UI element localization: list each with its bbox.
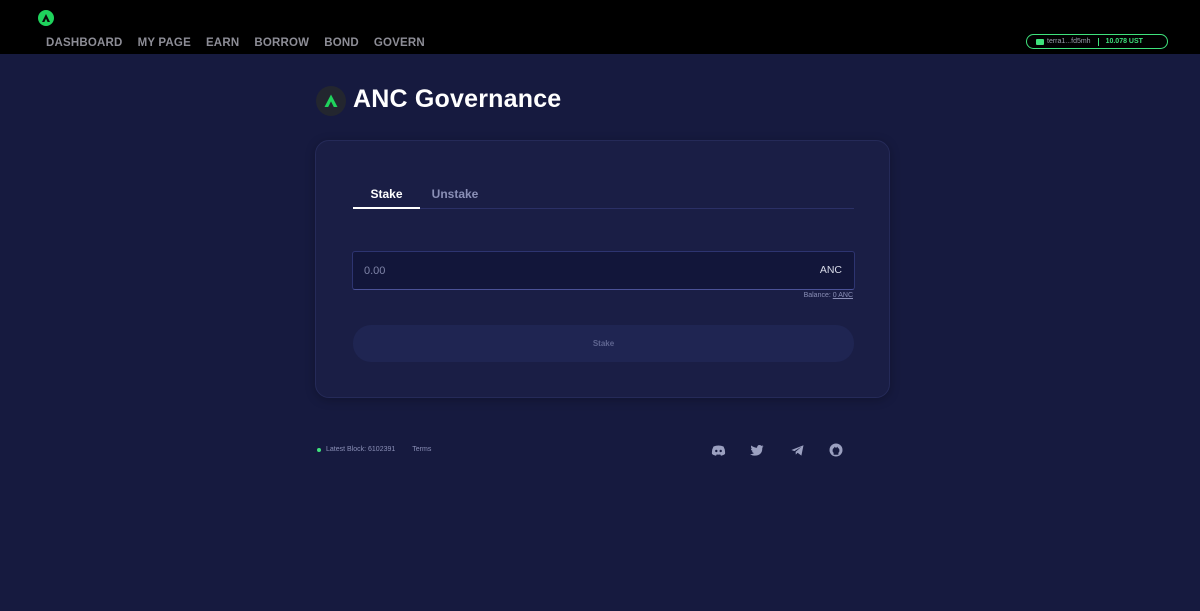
status-dot	[317, 447, 321, 452]
telegram-icon[interactable]	[789, 443, 805, 457]
discord-icon[interactable]	[710, 443, 726, 457]
wallet-icon	[1036, 38, 1044, 45]
nav-govern[interactable]: GOVERN	[374, 37, 425, 49]
tab-unstake[interactable]: Unstake	[431, 181, 479, 209]
stake-card: Stake Unstake ANC Balance: 0 ANC Stake	[315, 140, 890, 398]
wallet-button[interactable]: terra1...fd5mh 10.078 UST	[1026, 34, 1168, 49]
tab-stake[interactable]: Stake	[353, 181, 420, 209]
amount-input[interactable]	[364, 263, 764, 279]
wallet-address: terra1...fd5mh	[1047, 38, 1091, 45]
main-nav: DASHBOARD MY PAGE EARN BORROW BOND GOVER…	[46, 37, 425, 49]
github-icon[interactable]	[828, 443, 844, 457]
balance-label: Balance:	[803, 292, 831, 299]
wallet-divider	[1097, 37, 1099, 46]
stake-button[interactable]: Stake	[353, 325, 854, 362]
amount-unit: ANC	[819, 264, 842, 276]
stake-tabs: Stake Unstake	[353, 181, 854, 209]
anc-token-icon	[316, 86, 346, 116]
terms-link[interactable]: Terms	[412, 446, 431, 453]
footer-status: Latest Block: 6102391 Terms	[317, 446, 431, 453]
balance-value-link[interactable]: 0 ANC	[833, 292, 853, 299]
latest-block[interactable]: Latest Block: 6102391	[326, 446, 395, 453]
nav-dashboard[interactable]: DASHBOARD	[46, 37, 123, 49]
amount-field[interactable]: ANC	[352, 251, 855, 290]
wallet-balance: 10.078 UST	[1105, 38, 1143, 45]
anchor-logo-icon[interactable]	[38, 10, 54, 26]
theme-moon-icon[interactable]	[868, 443, 884, 457]
nav-borrow[interactable]: BORROW	[254, 37, 309, 49]
nav-my-page[interactable]: MY PAGE	[138, 37, 191, 49]
nav-earn[interactable]: EARN	[206, 37, 239, 49]
page-title: ANC Governance	[353, 85, 562, 113]
twitter-icon[interactable]	[749, 443, 765, 457]
top-header: DASHBOARD MY PAGE EARN BORROW BOND GOVER…	[0, 0, 1200, 54]
nav-bond[interactable]: BOND	[324, 37, 359, 49]
balance-row: Balance: 0 ANC	[804, 292, 853, 299]
